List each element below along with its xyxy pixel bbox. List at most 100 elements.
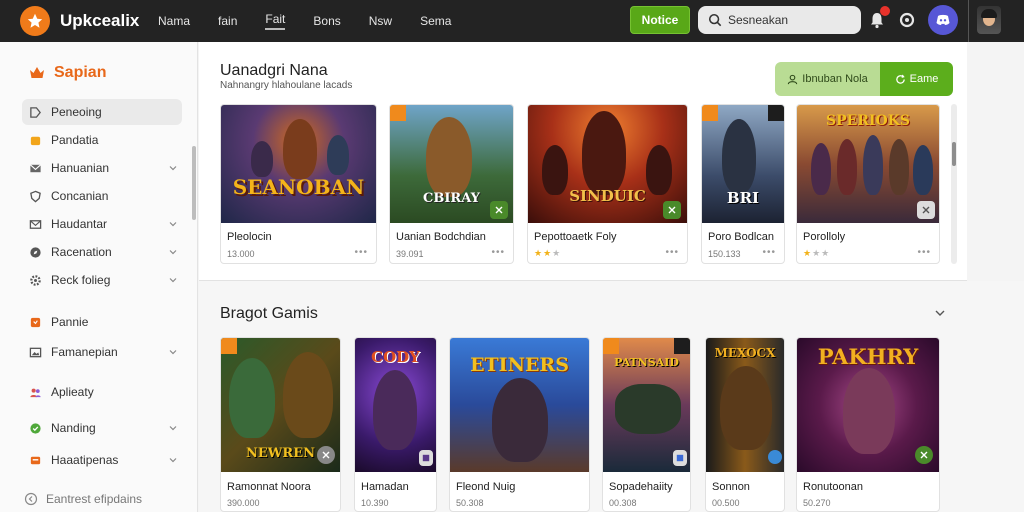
featured-card[interactable]: SINDUIC Pepottoaetk Foly ★★★ ••• <box>527 104 688 264</box>
scrollbar-thumb[interactable] <box>952 142 956 166</box>
sidebar-item-6[interactable]: Racenation <box>22 239 182 265</box>
settings-icon[interactable] <box>896 9 918 31</box>
chevron-down-icon[interactable] <box>168 455 178 465</box>
card-title: Hamadan <box>361 481 409 493</box>
card-title: Sopadehaiity <box>609 481 673 493</box>
card-title: Pleolocin <box>227 231 272 243</box>
notifications-icon[interactable] <box>866 6 890 31</box>
game-card[interactable]: PATNSAID Sopadehaiity 00.308 <box>602 337 691 512</box>
sidebar-item-8[interactable]: Pannie <box>22 309 182 335</box>
card-meta: 00.500 <box>712 498 740 508</box>
more-dots-icon[interactable]: ••• <box>665 247 679 258</box>
sidebar-item-label: Pandatia <box>51 133 99 147</box>
card-title: Porolloly <box>803 231 846 243</box>
nav-item-4[interactable]: Bons <box>313 14 340 28</box>
search-box[interactable] <box>698 6 861 34</box>
box-icon <box>28 453 42 467</box>
game-cover-image: NEWREN <box>221 338 340 472</box>
cover-title: MEXOCX <box>714 346 776 360</box>
sidebar-item-12[interactable]: Haaatipenas <box>22 447 182 473</box>
sidebar-item-4[interactable]: Concanian <box>22 183 182 209</box>
featured-subtitle: Nahnangry hlahoulane lacads <box>220 80 353 91</box>
platform-icon <box>917 201 935 219</box>
sidebar-item-7[interactable]: Reck folieg <box>22 267 182 293</box>
platform-icon <box>490 201 508 219</box>
mail-icon <box>28 161 42 175</box>
sidebar-title: Sapian <box>28 64 106 82</box>
game-cover-image: CODY <box>355 338 436 472</box>
sidebar-item-5[interactable]: Haudantar <box>22 211 182 237</box>
more-dots-icon[interactable]: ••• <box>762 247 776 258</box>
cover-title: PATNSAID <box>614 356 679 369</box>
chevron-down-icon[interactable] <box>168 275 178 285</box>
chevron-down-icon[interactable] <box>934 307 946 319</box>
carousel-scrollbar[interactable] <box>951 104 957 264</box>
toggle-left-button[interactable]: Ibnuban Nola <box>775 62 880 96</box>
nav-item-6[interactable]: Sema <box>420 14 451 28</box>
platform-icon <box>419 450 433 466</box>
featured-title: Uanadgri Nana <box>220 62 328 79</box>
game-cover-image: BRI <box>702 105 784 223</box>
nav-item-5[interactable]: Nsw <box>369 14 392 28</box>
corner-ribbon <box>674 338 690 354</box>
header-divider <box>968 0 969 42</box>
user-avatar[interactable] <box>977 6 1001 34</box>
game-card[interactable]: CODY Hamadan 10.390 <box>354 337 437 512</box>
sidebar-item-10[interactable]: Aplieaty <box>22 379 182 405</box>
top-bar: Upkcealix Nama fain Fait Bons Nsw Sema N… <box>0 0 1024 42</box>
notice-button[interactable]: Notice <box>630 6 690 34</box>
corner-ribbon <box>768 105 784 121</box>
sidebar-scrollbar[interactable] <box>192 146 196 220</box>
game-card[interactable]: MEXOCX Sonnon 00.500 <box>705 337 785 512</box>
circle-check-icon <box>28 421 42 435</box>
sidebar-footer[interactable]: Eantrest efipdains <box>24 492 142 506</box>
game-cover-image: ETINERS <box>450 338 589 472</box>
nav-item-2[interactable]: fain <box>218 14 237 28</box>
game-card[interactable]: NEWREN Ramonnat Noora 390.000 <box>220 337 341 512</box>
card-meta: 50.308 <box>456 498 484 508</box>
cover-title: PAKHRY <box>817 344 919 369</box>
toggle-right-button[interactable]: Eame <box>880 62 953 96</box>
sidebar-item-9[interactable]: Famanepian <box>22 339 182 365</box>
sidebar-item-label: Peneoing <box>51 105 102 119</box>
more-dots-icon[interactable]: ••• <box>491 247 505 258</box>
chevron-down-icon[interactable] <box>168 347 178 357</box>
nav-item-3[interactable]: Fait <box>265 12 286 30</box>
featured-card[interactable]: SPERIOKS Porolloly ★★★ ••• <box>796 104 940 264</box>
crown-icon <box>30 67 44 78</box>
sidebar-item-label: Pannie <box>51 315 89 329</box>
featured-card[interactable]: SEANOBAN Pleolocin 13.000 ••• <box>220 104 377 264</box>
sidebar-item-3[interactable]: Hanuanian <box>22 155 182 181</box>
user-icon <box>788 74 798 84</box>
sidebar-item-2[interactable]: Pandatia <box>22 127 182 153</box>
bag-icon <box>28 315 42 329</box>
sidebar-item-label: Concanian <box>51 189 109 203</box>
chevron-down-icon[interactable] <box>168 219 178 229</box>
featured-card[interactable]: CBIRAY Uanian Bodchdian 39.091 ••• <box>389 104 514 264</box>
featured-card[interactable]: BRI Poro Bodlcan 150.133 ••• <box>701 104 785 264</box>
more-dots-icon[interactable]: ••• <box>917 247 931 258</box>
more-dots-icon[interactable]: ••• <box>354 247 368 258</box>
sidebar-item-11[interactable]: Nanding <box>22 415 182 441</box>
chevron-down-icon[interactable] <box>168 423 178 433</box>
back-circle-icon <box>24 492 38 506</box>
game-cover-image: SPERIOKS <box>797 105 939 223</box>
game-card[interactable]: PAKHRY Ronutoonan 50.270 <box>796 337 940 512</box>
chevron-down-icon[interactable] <box>168 247 178 257</box>
discord-icon[interactable] <box>928 5 958 35</box>
search-icon <box>708 13 722 27</box>
nav-item-1[interactable]: Nama <box>158 14 190 28</box>
platform-icon <box>768 450 782 464</box>
sidebar-item-label: Famanepian <box>51 345 118 359</box>
chevron-down-icon[interactable] <box>168 163 178 173</box>
sidebar-item-1[interactable]: Peneoing <box>22 99 182 125</box>
puzzle-icon <box>28 133 42 147</box>
brand-name[interactable]: Upkcealix <box>60 11 139 31</box>
gear-icon <box>28 273 42 287</box>
game-card[interactable]: ETINERS Fleond Nuig 50.308 <box>449 337 590 512</box>
search-input[interactable] <box>728 13 858 27</box>
app-logo-icon[interactable] <box>20 6 50 36</box>
game-cover-image: SEANOBAN <box>221 105 376 223</box>
card-title: Uanian Bodchdian <box>396 231 486 243</box>
corner-ribbon <box>221 338 237 354</box>
